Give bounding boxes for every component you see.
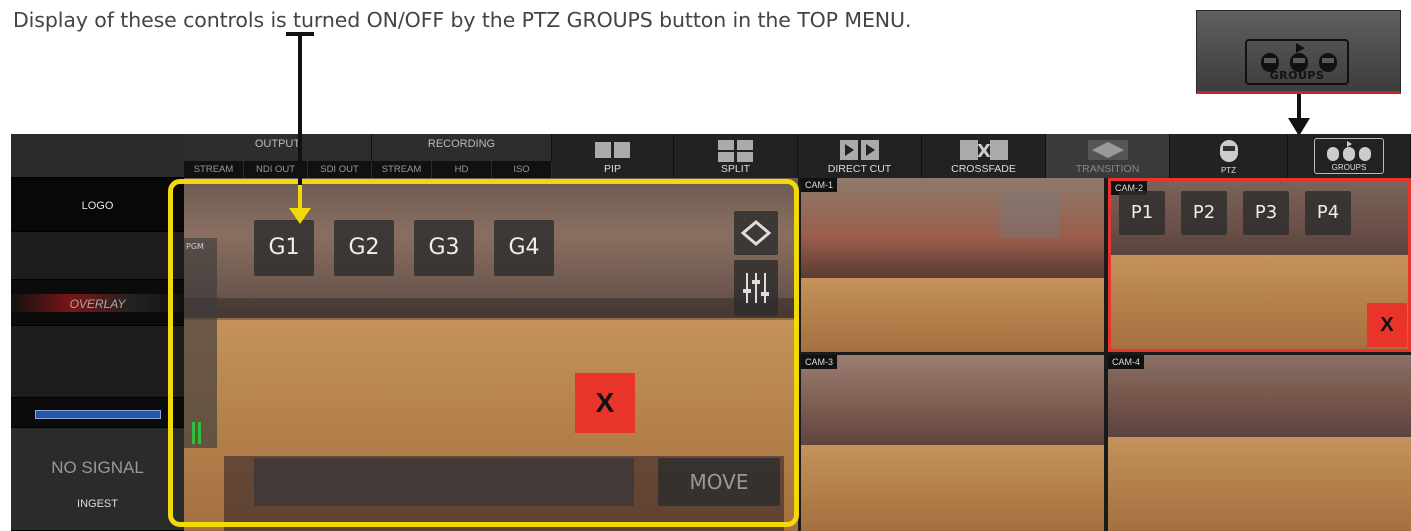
ptz-camera-icon [1219, 140, 1238, 162]
output-stream-button[interactable]: STREAM [184, 161, 244, 178]
logo-button[interactable]: LOGO [11, 178, 184, 232]
no-signal-label: NO SIGNAL [51, 458, 144, 477]
groups-label: GROUPS [1331, 163, 1367, 172]
crossfade-icon: X [959, 140, 1008, 162]
ptz-button[interactable]: PTZ [1170, 134, 1288, 178]
split-icon [717, 140, 753, 162]
scoreboard-thumbnail[interactable] [11, 398, 184, 428]
sdi-out-button[interactable]: SDI OUT [308, 161, 372, 178]
recording-stream-button[interactable]: STREAM [372, 161, 432, 178]
sidebar-header [11, 134, 184, 178]
ptz-groups-highlight [168, 179, 799, 527]
cam-3-view[interactable]: CAM-3 [801, 355, 1104, 531]
split-label: SPLIT [720, 163, 751, 175]
cam-4-label: CAM-4 [1108, 355, 1145, 369]
groups-button-callout: GROUPS [1196, 10, 1401, 94]
ingest-label: INGEST [77, 498, 118, 510]
cam-2-view[interactable]: CAM-2 P1 P2 P3 P4 X [1108, 178, 1411, 352]
split-button[interactable]: SPLIT [674, 134, 798, 178]
transition-label: TRANSITION [1075, 163, 1140, 175]
output-group: OUTPUT STREAM NDI OUT SDI OUT [184, 134, 372, 178]
groups-callout-label: GROUPS [1269, 69, 1325, 82]
top-menu: OUTPUT STREAM NDI OUT SDI OUT RECORDING … [184, 134, 1411, 178]
cam-1-controls[interactable] [999, 194, 1059, 238]
instruction-caption: Display of these controls is turned ON/O… [13, 8, 912, 32]
ptz-groups-button[interactable]: GROUPS [1288, 134, 1411, 178]
pip-icon [594, 142, 630, 158]
cam-3-label: CAM-3 [801, 355, 838, 369]
direct-cut-icon [839, 140, 879, 160]
svg-text:X: X [977, 141, 991, 162]
transition-icon [1087, 140, 1128, 160]
preset-p3-button[interactable]: P3 [1243, 191, 1289, 235]
logo-label: LOGO [81, 200, 114, 212]
cam-1-label: CAM-1 [801, 178, 838, 192]
crossfade-label: CROSSFADE [951, 163, 1016, 175]
direct-cut-button[interactable]: DIRECT CUT [798, 134, 922, 178]
direct-cut-label: DIRECT CUT [827, 163, 892, 175]
overlay-button[interactable]: OVERLAY [11, 280, 184, 326]
preset-p2-button[interactable]: P2 [1181, 191, 1227, 235]
preset-p4-button[interactable]: P4 [1305, 191, 1351, 235]
pip-label: PIP [604, 163, 621, 175]
left-sidebar: LOGO OVERLAY NO SIGNAL INGEST [11, 134, 184, 531]
ptz-label: PTZ [1220, 166, 1237, 175]
cam-1-view[interactable]: CAM-1 [801, 178, 1104, 352]
sidebar-slot[interactable] [11, 232, 184, 280]
crossfade-button[interactable]: X CROSSFADE [922, 134, 1046, 178]
sidebar-slot-2[interactable] [11, 326, 184, 398]
cam-2-close-button[interactable]: X [1367, 303, 1407, 347]
ptz-groups-small-icon [1327, 141, 1371, 161]
pip-button[interactable]: PIP [552, 134, 674, 178]
recording-title: RECORDING [427, 138, 496, 150]
cam-4-view[interactable]: CAM-4 [1108, 355, 1411, 531]
overlay-label: OVERLAY [69, 297, 126, 311]
recording-group: RECORDING STREAM HD ISO [372, 134, 552, 178]
output-title: OUTPUT [254, 138, 301, 150]
ingest-button[interactable]: NO SIGNAL INGEST [11, 428, 184, 531]
recording-iso-button[interactable]: ISO [492, 161, 552, 178]
pointer-arrowhead-icon [289, 208, 311, 224]
transition-button[interactable]: TRANSITION [1046, 134, 1170, 178]
preset-p1-button[interactable]: P1 [1119, 191, 1165, 235]
recording-hd-button[interactable]: HD [432, 161, 492, 178]
ptz-groups-icon: GROUPS [1245, 39, 1349, 85]
